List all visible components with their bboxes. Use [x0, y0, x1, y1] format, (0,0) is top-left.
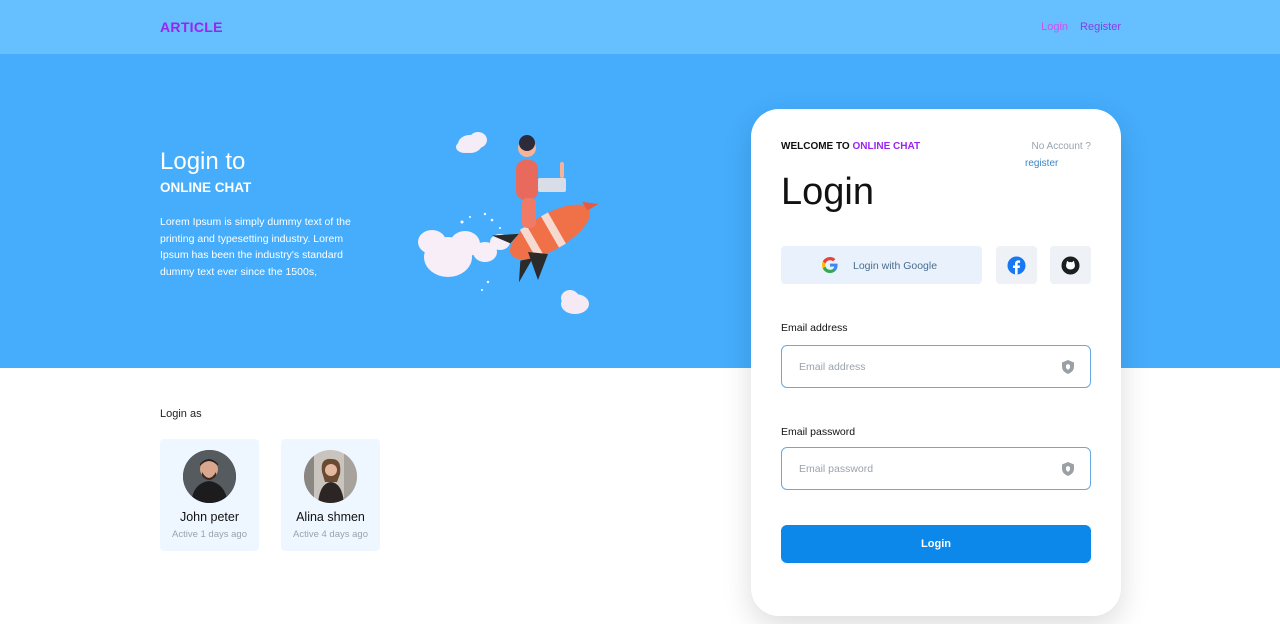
google-login-label: Login with Google — [853, 260, 938, 272]
google-login-button[interactable]: Login with Google — [781, 246, 982, 284]
nav-links: Login Register — [1041, 21, 1121, 33]
welcome-accent: ONLINE CHAT — [852, 141, 921, 152]
login-submit-button[interactable]: Login — [781, 525, 1091, 563]
shield-icon[interactable] — [1060, 359, 1076, 375]
hero-description: Lorem Ipsum is simply dummy text of the … — [160, 216, 351, 278]
github-login-button[interactable] — [1050, 246, 1091, 284]
hero-title: Login to — [160, 148, 246, 175]
cloud-icon — [456, 132, 487, 153]
register-link[interactable]: register — [1025, 158, 1058, 169]
login-title: Login — [781, 171, 874, 213]
user-card-john[interactable]: John peter Active 1 days ago — [160, 439, 259, 551]
hero-subtitle: ONLINE CHAT — [160, 180, 252, 195]
nav-register-link[interactable]: Register — [1080, 21, 1121, 33]
user-name: Alina shmen — [296, 510, 365, 524]
email-field-wrapper — [781, 345, 1091, 388]
avatar — [304, 450, 357, 503]
welcome-heading: WELCOME TO ONLINE CHAT — [781, 141, 920, 152]
github-icon — [1061, 256, 1080, 275]
no-account-text: No Account ? — [1031, 141, 1091, 152]
shield-icon[interactable] — [1060, 461, 1076, 477]
user-photo — [183, 450, 236, 503]
rocket-illustration — [418, 132, 599, 314]
facebook-login-button[interactable] — [996, 246, 1037, 284]
google-icon — [822, 257, 838, 273]
user-status: Active 4 days ago — [293, 529, 368, 540]
password-label: Email password — [781, 426, 856, 438]
brand-logo[interactable]: ARTICLE — [160, 19, 223, 35]
user-status: Active 1 days ago — [172, 529, 247, 540]
user-name: John peter — [179, 510, 240, 524]
email-input[interactable] — [799, 346, 1049, 387]
user-card-alina[interactable]: Alina shmen Active 4 days ago — [281, 439, 380, 551]
top-navbar: ARTICLE Login Register — [0, 0, 1280, 54]
avatar — [183, 450, 236, 503]
cloud-icon — [561, 290, 589, 314]
password-field-wrapper — [781, 447, 1091, 490]
facebook-icon — [1007, 256, 1026, 275]
login-as-heading: Login as — [160, 408, 202, 420]
welcome-prefix: WELCOME TO — [781, 141, 850, 152]
nav-login-link[interactable]: Login — [1041, 21, 1068, 33]
email-label: Email address — [781, 322, 848, 334]
password-input[interactable] — [799, 448, 1049, 489]
login-card: WELCOME TO ONLINE CHAT No Account ? regi… — [751, 109, 1121, 616]
user-photo — [304, 450, 357, 503]
